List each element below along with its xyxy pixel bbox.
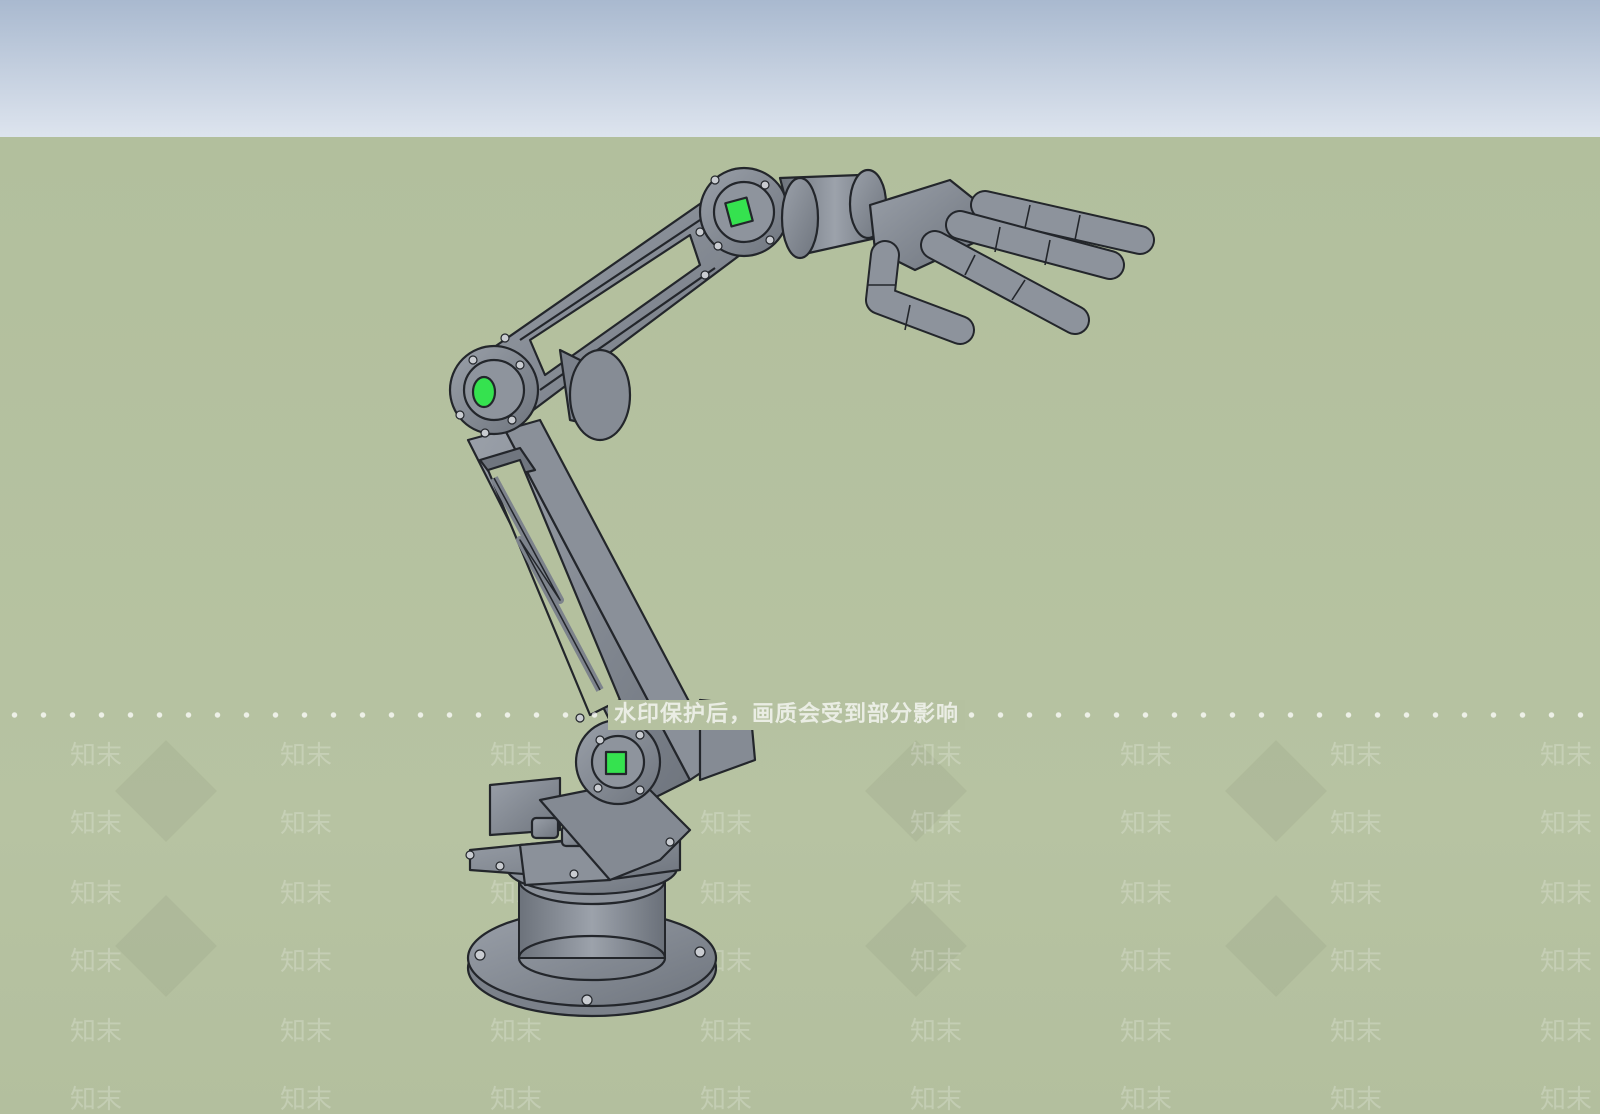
watermark-banner: 水印保护后，画质会受到部分影响	[608, 700, 966, 730]
robot-arm-illustration	[448, 166, 1155, 1018]
cad-render-scene: 知末 知末 知末 知末 知末 知末 知末 知末 知末 知末 知末 知末 知末 知末 知末 知末 知末 知末 知末 知末…	[0, 0, 1600, 1114]
shoulder-joint	[448, 344, 540, 436]
